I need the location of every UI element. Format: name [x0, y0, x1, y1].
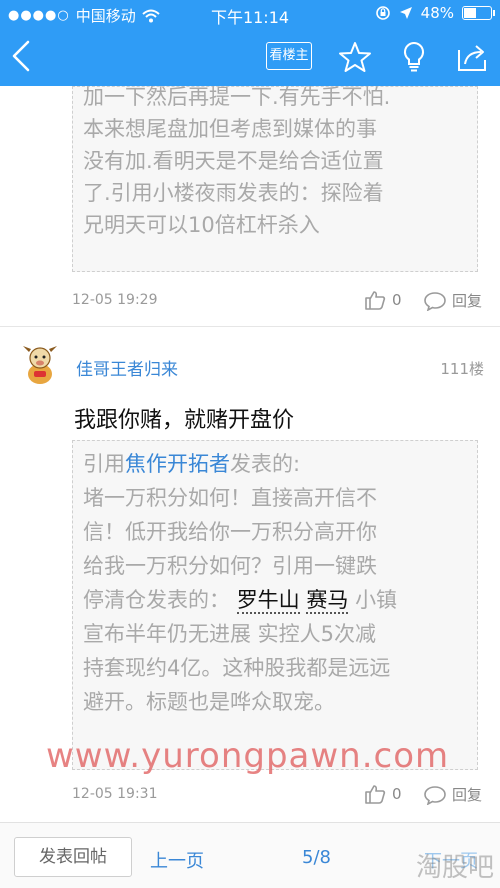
like-count: 0 — [392, 291, 402, 309]
quote-line: 持套现约4亿。这种股我都是远远 — [83, 656, 391, 680]
reply-label: 回复 — [452, 292, 483, 310]
reply-button[interactable]: 回复 — [424, 290, 482, 311]
quote-line: 宣布半年仍无进展 实控人5次减 — [83, 622, 377, 646]
quote-line: 没有加.看明天是不是给合适位置 — [83, 149, 384, 173]
location-icon — [399, 7, 412, 19]
rotation-lock-icon — [375, 6, 390, 20]
quote-line: 加一下然后再提一下.有先手不怕. — [83, 85, 391, 109]
thumbs-up-icon — [365, 785, 386, 804]
like-count: 0 — [392, 785, 402, 803]
post-divider — [0, 326, 500, 327]
username-link[interactable]: 佳哥王者归来 — [76, 355, 178, 380]
quote-line: 给我一万积分如何？引用一键跌 — [83, 554, 377, 578]
top-bar: ●●●●○ 中国移动 下午11:14 48% 看楼主 — [0, 0, 500, 86]
post-text: 我跟你赌，就赌开盘价 — [74, 408, 295, 433]
page-indicator[interactable]: 5/8 — [302, 847, 331, 868]
quoted-user-link[interactable]: 焦作开拓者 — [125, 452, 230, 476]
quote-line-end: 小镇 — [355, 588, 398, 612]
reply-label: 回复 — [452, 786, 483, 804]
quote-line-start: 停清仓发表的： — [83, 588, 230, 612]
quote-suffix: 发表的: — [230, 452, 301, 476]
prev-page-button[interactable]: 上一页 — [150, 847, 204, 873]
stock-link-saima[interactable]: 赛马 — [306, 588, 349, 614]
share-icon[interactable] — [455, 40, 489, 74]
lightbulb-icon[interactable] — [397, 40, 431, 74]
reply-button[interactable]: 回复 — [424, 784, 482, 805]
quote-line: 了.引用小楼夜雨发表的：探险着 — [83, 181, 384, 205]
battery-percent: 48% — [420, 4, 454, 22]
star-icon[interactable] — [338, 40, 372, 74]
quote-line: 信！低开我给你一万积分高开你 — [83, 520, 377, 544]
comment-icon — [424, 785, 446, 805]
quote-line: 堵一万积分如何！直接高开信不 — [83, 486, 377, 510]
comment-icon — [424, 291, 446, 311]
post-date: 12-05 19:31 — [72, 786, 158, 802]
bottom-bar: 发表回帖 上一页 5/8 下一页 淘股吧 — [0, 822, 500, 888]
post-date: 12-05 19:29 — [72, 292, 158, 308]
quote-block: 引用焦作开拓者发表的: 堵一万积分如何！直接高开信不 信！低开我给你一万积分高开… — [72, 440, 478, 770]
quote-prefix: 引用 — [83, 452, 125, 476]
quote-line: 避开。标题也是哗众取宠。 — [83, 690, 335, 714]
site-watermark: www.yurongpawn.com — [46, 736, 450, 776]
battery-icon — [462, 6, 495, 20]
quote-block: 加一下然后再提一下.有先手不怕. 本来想尾盘加但考虑到媒体的事 没有加.看明天是… — [72, 85, 478, 272]
view-op-only-button[interactable]: 看楼主 — [266, 42, 312, 70]
stock-link-luoniushan[interactable]: 罗牛山 — [236, 588, 300, 614]
back-icon[interactable] — [6, 36, 40, 76]
avatar[interactable] — [20, 344, 60, 386]
like-button[interactable]: 0 — [364, 290, 402, 310]
floor-number: 111楼 — [440, 360, 484, 378]
post-reply-button[interactable]: 发表回帖 — [14, 837, 132, 877]
corner-watermark: 淘股吧 — [415, 853, 494, 883]
like-button[interactable]: 0 — [364, 784, 402, 804]
quote-line: 兄明天可以10倍杠杆杀入 — [83, 213, 320, 237]
thumbs-up-icon — [365, 291, 386, 310]
quote-line: 本来想尾盘加但考虑到媒体的事 — [83, 117, 377, 141]
status-bar: ●●●●○ 中国移动 下午11:14 48% — [0, 0, 500, 28]
nav-bar: 看楼主 — [0, 28, 500, 86]
